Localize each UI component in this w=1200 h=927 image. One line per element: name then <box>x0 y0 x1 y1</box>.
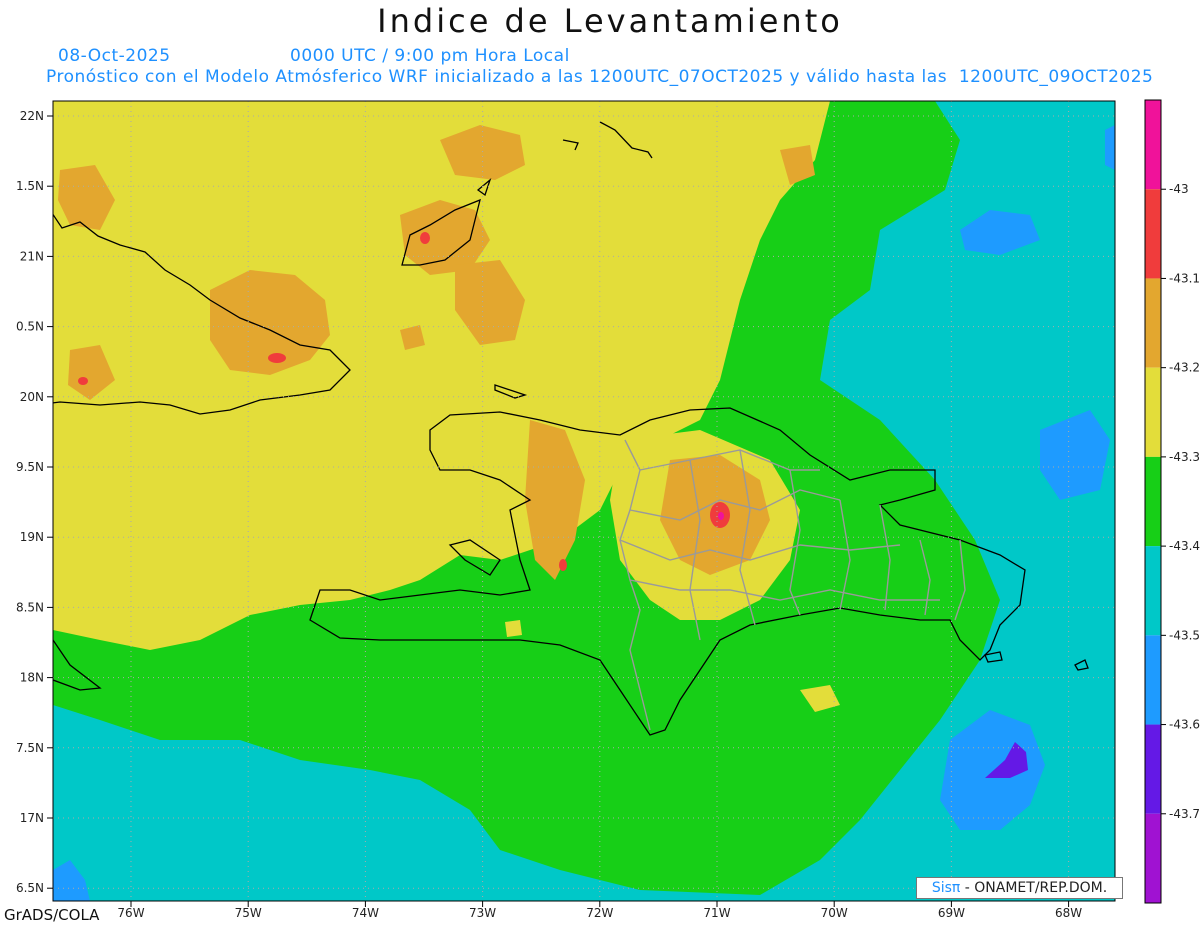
colorbar-label: -43 <box>1169 182 1189 196</box>
colorbar-label: -43.7 <box>1169 807 1200 821</box>
colorbar-label: -43.1 <box>1169 271 1200 285</box>
lon-label: 76W <box>117 906 144 920</box>
colorbar-swatch <box>1145 546 1161 636</box>
lon-label: 69W <box>938 906 965 920</box>
lon-label: 72W <box>586 906 613 920</box>
colorbar: -43 -43.1 -43.2 -43.3 -43.4 -43.5 -43.6 -43.7 <box>1144 99 1200 904</box>
colorbar-swatch <box>1145 367 1161 457</box>
lat-label: 7.5N <box>16 741 44 755</box>
lat-label: 17N <box>20 811 44 825</box>
lifted-index-field <box>53 101 1115 901</box>
lon-label: 74W <box>352 906 379 920</box>
lat-label: 20N <box>20 390 44 404</box>
lat-label: 8.5N <box>16 600 44 614</box>
colorbar-swatch <box>1145 813 1161 903</box>
lat-label: 1.5N <box>16 179 44 193</box>
colorbar-swatch <box>1145 100 1161 190</box>
lat-label: 21N <box>20 249 44 263</box>
lat-label: 0.5N <box>16 320 44 334</box>
forecast-date: 08-Oct-2025 <box>58 46 171 66</box>
colorbar-label: -43.3 <box>1169 450 1200 464</box>
forecast-time: 0000 UTC / 9:00 pm Hora Local <box>290 46 570 66</box>
logo-text: - ONAMET/REP.DOM. <box>960 880 1108 896</box>
forecast-subtitle: Pronóstico con el Modelo Atmósferico WRF… <box>46 67 1154 87</box>
colorbar-swatch <box>1145 635 1161 725</box>
lat-label: 22N <box>20 109 44 123</box>
lat-label: 9.5N <box>16 460 44 474</box>
grads-credit: GrADS/COLA <box>4 906 100 924</box>
logo-sis: Sisπ <box>931 880 961 896</box>
colorbar-label: -43.4 <box>1169 539 1200 553</box>
page-title: Indice de Levantamiento <box>377 2 843 40</box>
lon-label: 68W <box>1055 906 1082 920</box>
lon-label: 75W <box>235 906 262 920</box>
onamet-logo: Sisπ - ONAMET/REP.DOM. <box>916 877 1123 899</box>
colorbar-label: -43.5 <box>1169 628 1200 642</box>
lon-label: 70W <box>821 906 848 920</box>
lon-label: 71W <box>703 906 730 920</box>
lat-label: 19N <box>20 530 44 544</box>
colorbar-label: -43.2 <box>1169 361 1200 375</box>
lon-label: 73W <box>469 906 496 920</box>
lat-label: 18N <box>20 671 44 685</box>
lat-label: 6.5N <box>16 881 44 895</box>
colorbar-swatch <box>1145 189 1161 279</box>
colorbar-swatch <box>1145 724 1161 814</box>
map: 22N 1.5N 21N 0.5N 20N 9.5N 19N 8.5N 18N 7.5N 17N 6.… <box>16 99 1200 920</box>
colorbar-label: -43.6 <box>1169 718 1200 732</box>
colorbar-swatch <box>1145 456 1161 547</box>
colorbar-swatch <box>1145 278 1161 368</box>
